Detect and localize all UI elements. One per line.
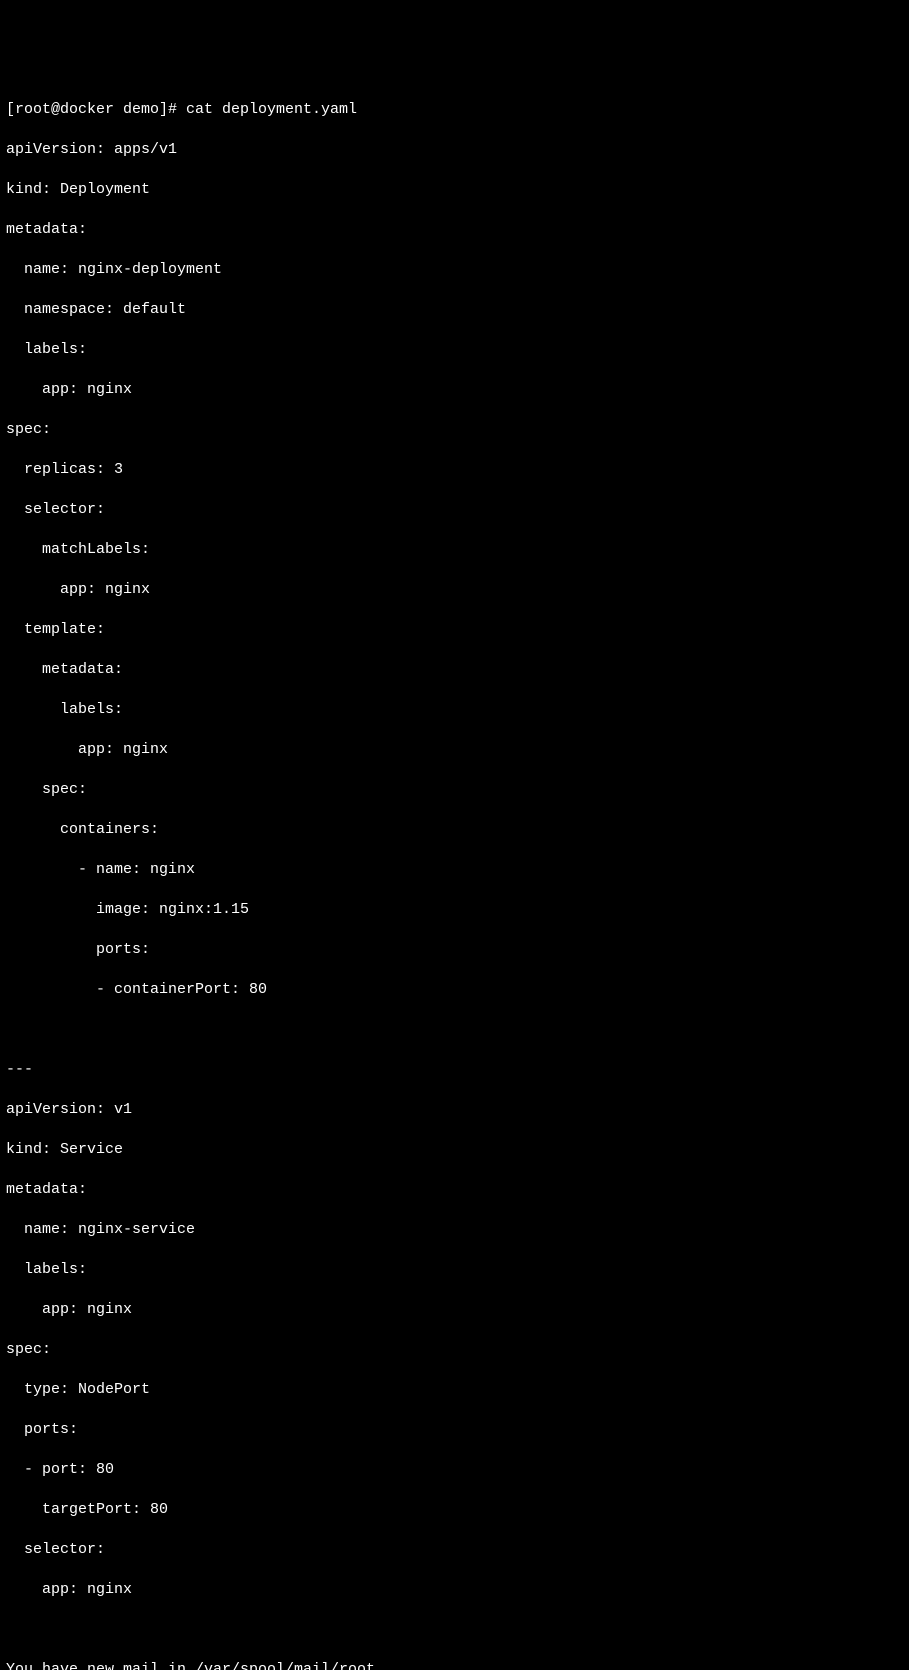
- terminal-line: metadata:: [6, 660, 903, 680]
- terminal-line: metadata:: [6, 1180, 903, 1200]
- terminal-line: ports:: [6, 940, 903, 960]
- terminal-window[interactable]: [root@docker demo]# cat deployment.yaml …: [0, 80, 909, 1670]
- terminal-line: apiVersion: apps/v1: [6, 140, 903, 160]
- terminal-line: [root@docker demo]# cat deployment.yaml: [6, 100, 903, 120]
- terminal-line: kind: Service: [6, 1140, 903, 1160]
- terminal-line: kind: Deployment: [6, 180, 903, 200]
- terminal-line: - containerPort: 80: [6, 980, 903, 1000]
- terminal-line: ports:: [6, 1420, 903, 1440]
- terminal-line: replicas: 3: [6, 460, 903, 480]
- terminal-line: - name: nginx: [6, 860, 903, 880]
- terminal-line: - port: 80: [6, 1460, 903, 1480]
- terminal-line: You have new mail in /var/spool/mail/roo…: [6, 1660, 903, 1670]
- terminal-line: namespace: default: [6, 300, 903, 320]
- terminal-line: labels:: [6, 1260, 903, 1280]
- terminal-line: app: nginx: [6, 580, 903, 600]
- terminal-line: type: NodePort: [6, 1380, 903, 1400]
- terminal-line: image: nginx:1.15: [6, 900, 903, 920]
- terminal-line: ---: [6, 1060, 903, 1080]
- terminal-line: template:: [6, 620, 903, 640]
- terminal-line: apiVersion: v1: [6, 1100, 903, 1120]
- terminal-line: labels:: [6, 340, 903, 360]
- terminal-line: [6, 1620, 903, 1640]
- terminal-line: app: nginx: [6, 1580, 903, 1600]
- terminal-line: name: nginx-service: [6, 1220, 903, 1240]
- terminal-line: selector:: [6, 500, 903, 520]
- terminal-line: selector:: [6, 1540, 903, 1560]
- terminal-line: matchLabels:: [6, 540, 903, 560]
- terminal-line: containers:: [6, 820, 903, 840]
- terminal-line: labels:: [6, 700, 903, 720]
- terminal-line: metadata:: [6, 220, 903, 240]
- terminal-line: targetPort: 80: [6, 1500, 903, 1520]
- terminal-line: [6, 1020, 903, 1040]
- terminal-line: app: nginx: [6, 1300, 903, 1320]
- terminal-line: app: nginx: [6, 380, 903, 400]
- terminal-line: spec:: [6, 780, 903, 800]
- terminal-line: spec:: [6, 420, 903, 440]
- terminal-line: name: nginx-deployment: [6, 260, 903, 280]
- terminal-line: app: nginx: [6, 740, 903, 760]
- terminal-line: spec:: [6, 1340, 903, 1360]
